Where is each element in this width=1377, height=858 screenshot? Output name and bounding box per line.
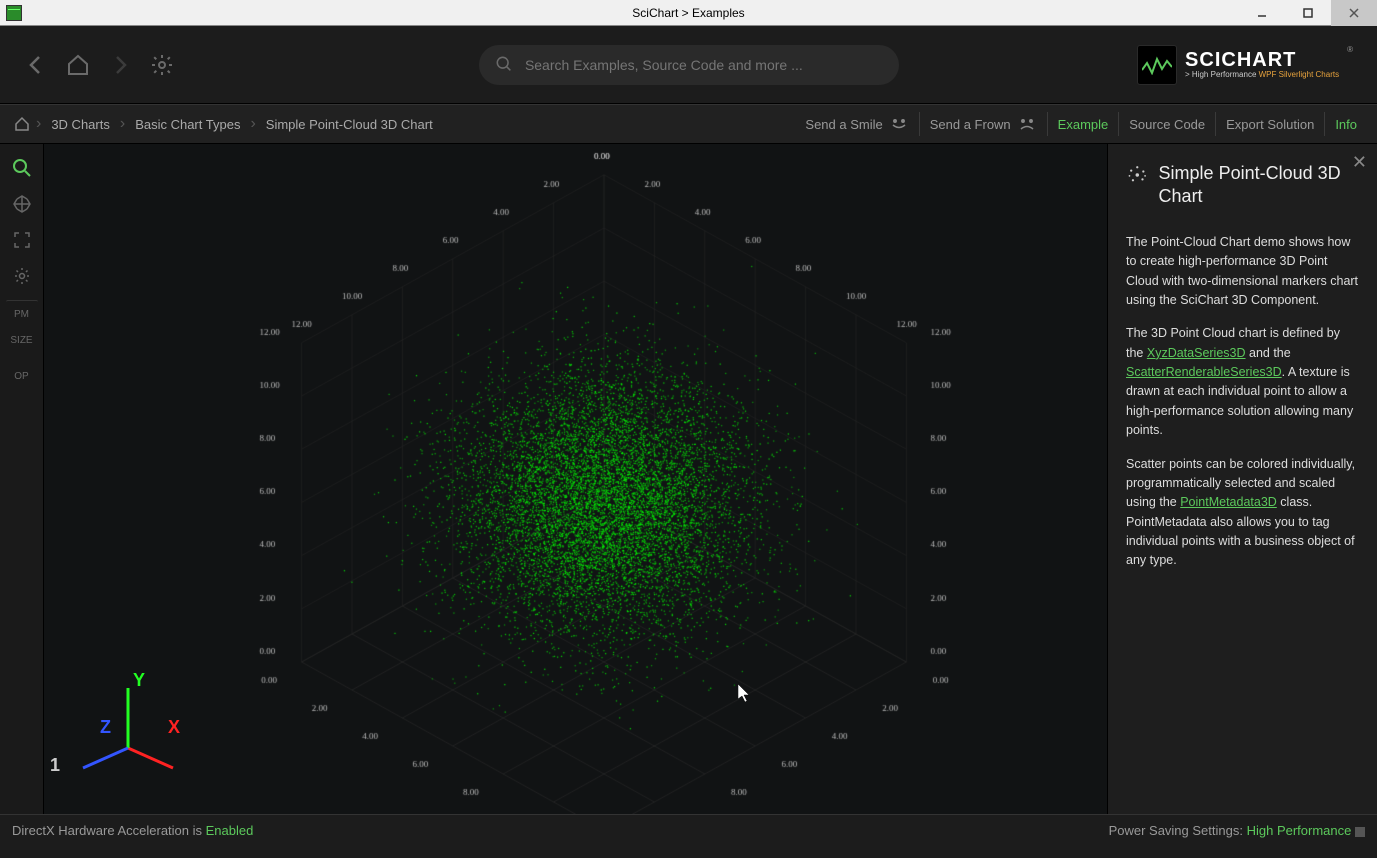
main-toolbar: SCICHART > High Performance WPF Silverli… (0, 26, 1377, 104)
breadcrumb-item-2[interactable]: Basic Chart Types (131, 117, 244, 132)
breadcrumb-bar: › 3D Charts › Basic Chart Types › Simple… (0, 104, 1377, 144)
chart-counter: 1 (50, 755, 60, 776)
side-toolbar: PM SIZE OP (0, 144, 44, 814)
logo-tagline: > High Performance WPF Silverlight Chart… (1185, 70, 1339, 79)
op-tool[interactable]: OP (6, 360, 38, 392)
example-tab[interactable]: Example (1047, 112, 1119, 136)
power-saving-status: Power Saving Settings: High Performance (1109, 823, 1365, 838)
link-scatterrenderableseries3d[interactable]: ScatterRenderableSeries3D (1126, 365, 1282, 379)
source-code-tab[interactable]: Source Code (1118, 112, 1215, 136)
hw-accel-status: DirectX Hardware Acceleration is Enabled (12, 823, 253, 838)
titlebar: SciChart > Examples (0, 0, 1377, 26)
breadcrumb-home-icon[interactable] (14, 116, 30, 132)
send-frown-button[interactable]: Send a Frown (919, 112, 1047, 136)
maximize-button[interactable] (1285, 0, 1331, 26)
registered-mark: ® (1347, 45, 1353, 54)
export-solution-tab[interactable]: Export Solution (1215, 112, 1324, 136)
send-smile-button[interactable]: Send a Smile (795, 112, 918, 136)
chevron-right-icon: › (244, 115, 261, 133)
logo: SCICHART > High Performance WPF Silverli… (1137, 45, 1353, 85)
size-tool[interactable]: SIZE (6, 324, 38, 356)
zoom-tool[interactable] (6, 152, 38, 184)
pm-tool[interactable]: PM (6, 300, 38, 320)
axis-gizmo: X Y Z (68, 668, 188, 778)
info-title: Simple Point-Cloud 3D Chart (1159, 162, 1359, 209)
info-tab[interactable]: Info (1324, 112, 1367, 136)
gizmo-z-label: Z (100, 717, 111, 737)
home-icon[interactable] (66, 53, 90, 77)
info-p3: Scatter points can be colored individual… (1126, 455, 1359, 571)
breadcrumb-item-3[interactable]: Simple Point-Cloud 3D Chart (262, 117, 437, 132)
search-icon (495, 55, 513, 75)
close-button[interactable] (1331, 0, 1377, 26)
minimize-button[interactable] (1239, 0, 1285, 26)
chevron-right-icon: › (30, 115, 47, 133)
link-pointmetadata3d[interactable]: PointMetadata3D (1180, 495, 1277, 509)
cursor-icon (738, 684, 754, 704)
info-p1: The Point-Cloud Chart demo shows how to … (1126, 233, 1359, 311)
search-input[interactable] (525, 57, 883, 73)
info-body: The Point-Cloud Chart demo shows how to … (1126, 233, 1359, 571)
gizmo-y-label: Y (133, 670, 145, 690)
power-indicator-icon (1355, 827, 1365, 837)
logo-badge (1137, 45, 1177, 85)
window-controls (1239, 0, 1377, 26)
window-title: SciChart > Examples (632, 6, 744, 20)
breadcrumb-item-1[interactable]: 3D Charts (47, 117, 114, 132)
logo-name: SCICHART (1185, 50, 1339, 70)
info-panel: ✕ Simple Point-Cloud 3D Chart The Point-… (1107, 144, 1377, 814)
content: PM SIZE OP X Y Z 1 ✕ Simple Point-Cloud … (0, 144, 1377, 814)
pan-tool[interactable] (6, 188, 38, 220)
scatter-icon (1126, 162, 1149, 188)
status-bar: DirectX Hardware Acceleration is Enabled… (0, 814, 1377, 846)
info-p2: The 3D Point Cloud chart is defined by t… (1126, 324, 1359, 440)
close-panel-icon[interactable]: ✕ (1352, 152, 1367, 173)
app-icon (6, 5, 22, 21)
chevron-right-icon: › (114, 115, 131, 133)
gear-tool[interactable] (6, 260, 38, 292)
fullscreen-tool[interactable] (6, 224, 38, 256)
link-xyzdataseries3d[interactable]: XyzDataSeries3D (1147, 346, 1246, 360)
back-icon[interactable] (24, 53, 48, 77)
search-box[interactable] (479, 45, 899, 85)
3d-chart-canvas[interactable] (44, 144, 1107, 814)
gizmo-x-label: X (168, 717, 180, 737)
chart-area[interactable]: X Y Z 1 (44, 144, 1107, 814)
settings-icon[interactable] (150, 53, 174, 77)
forward-icon[interactable] (108, 53, 132, 77)
